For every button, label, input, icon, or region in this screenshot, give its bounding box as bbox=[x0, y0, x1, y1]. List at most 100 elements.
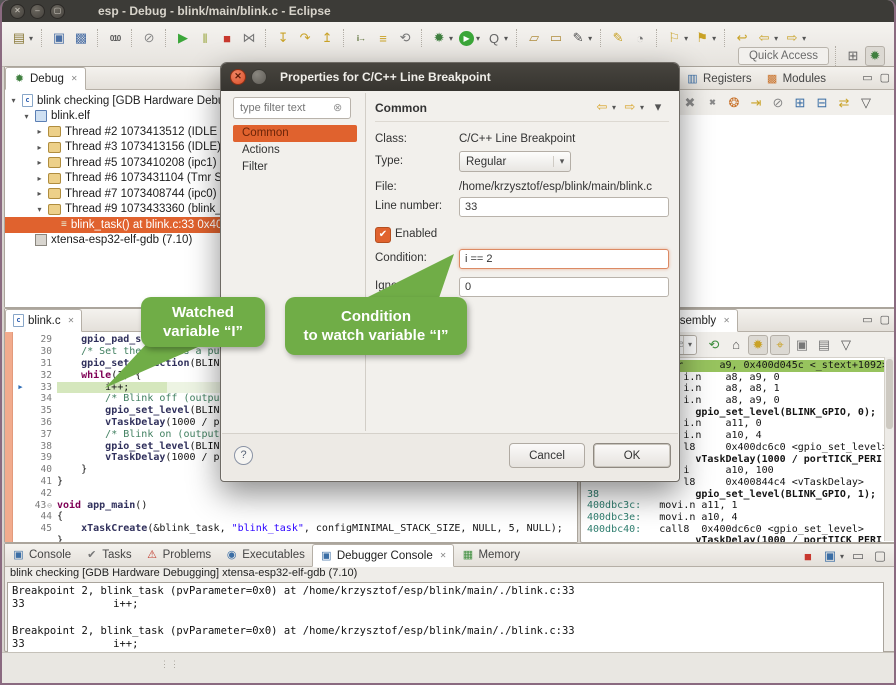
remove-selected-breakpoints-icon[interactable]: ✖ bbox=[680, 93, 700, 113]
go-to-file-for-breakpoint-icon[interactable]: ⇥ bbox=[746, 93, 766, 113]
chevron-down-icon[interactable]: ▾ bbox=[553, 156, 570, 167]
expand-arrow-icon[interactable]: ▸ bbox=[35, 189, 44, 198]
collapse-arrow-icon[interactable]: ▾ bbox=[35, 205, 44, 214]
minimize-icon[interactable]: ▭ bbox=[862, 71, 872, 84]
close-icon[interactable]: ✕ bbox=[723, 316, 730, 325]
tab-modules[interactable]: ▩Modules bbox=[759, 68, 833, 89]
collapse-arrow-icon[interactable]: ▾ bbox=[9, 96, 18, 105]
step-into-icon[interactable]: ↧ bbox=[273, 28, 293, 48]
ignore-count-field[interactable] bbox=[459, 277, 669, 297]
restart-icon[interactable]: ⟲ bbox=[395, 28, 415, 48]
condition-field[interactable] bbox=[459, 249, 669, 269]
new-wizard-icon[interactable]: ▤ bbox=[9, 28, 29, 48]
search-dropdown-icon[interactable]: ▾ bbox=[588, 34, 592, 43]
minimize-icon[interactable]: ▭ bbox=[848, 546, 868, 566]
fold-icon[interactable]: ⊖ bbox=[47, 501, 52, 510]
tab-blink-c[interactable]: c blink.c ✕ bbox=[5, 309, 82, 332]
collapse-arrow-icon[interactable]: ▾ bbox=[22, 112, 31, 121]
maximize-icon[interactable]: ▢ bbox=[870, 546, 890, 566]
display-selected-console-icon[interactable]: ▣ bbox=[820, 546, 840, 566]
close-icon[interactable]: ✕ bbox=[71, 74, 78, 83]
search-icon[interactable]: ✎ bbox=[568, 28, 588, 48]
window-close-icon[interactable]: ✕ bbox=[10, 4, 25, 19]
chevron-down-icon[interactable]: ▾ bbox=[683, 336, 696, 354]
view-menu-icon[interactable]: ▽ bbox=[856, 93, 876, 113]
remove-all-breakpoints-icon[interactable]: ✖ bbox=[702, 93, 722, 113]
maximize-icon[interactable]: ▢ bbox=[880, 313, 890, 326]
forward-dropdown-icon[interactable]: ▾ bbox=[802, 34, 806, 43]
console-output[interactable]: Breakpoint 2, blink_task (pvParameter=0x… bbox=[7, 582, 884, 656]
show-source-icon[interactable]: ✹ bbox=[748, 335, 768, 355]
tab-tasks[interactable]: ✔Tasks bbox=[78, 544, 138, 565]
back-icon[interactable]: ⇦ bbox=[754, 28, 774, 48]
save-all-icon[interactable]: ▩ bbox=[71, 28, 91, 48]
external-tools-icon[interactable]: Q bbox=[484, 28, 504, 48]
open-perspective-icon[interactable]: ⊞ bbox=[843, 46, 863, 66]
close-icon[interactable]: ✕ bbox=[68, 316, 75, 325]
terminate-console-icon[interactable]: ■ bbox=[798, 546, 818, 566]
ok-button[interactable]: OK bbox=[593, 443, 671, 468]
home-icon[interactable]: ⌂ bbox=[726, 335, 746, 355]
open-resource-icon[interactable]: ▭ bbox=[546, 28, 566, 48]
window-minimize-icon[interactable]: – bbox=[30, 4, 45, 19]
show-breakpoints-supported-icon[interactable]: ❂ bbox=[724, 93, 744, 113]
filter-clear-icon[interactable]: ⊗ bbox=[333, 101, 342, 114]
track-expression-icon[interactable]: ⌖ bbox=[770, 335, 790, 355]
suspend-icon[interactable]: ‖ bbox=[195, 28, 215, 48]
window-maximize-icon[interactable]: ▢ bbox=[50, 4, 65, 19]
expand-all-icon[interactable]: ⊞ bbox=[790, 93, 810, 113]
use-step-filters-icon[interactable]: ≡ bbox=[373, 28, 393, 48]
back-icon[interactable]: ⇦ bbox=[592, 97, 612, 117]
expand-arrow-icon[interactable]: ▸ bbox=[35, 158, 44, 167]
expand-arrow-icon[interactable]: ▸ bbox=[35, 127, 44, 136]
scrollbar[interactable] bbox=[884, 357, 894, 541]
dialog-nav-filter[interactable]: Filter bbox=[233, 159, 357, 176]
maximize-icon[interactable]: ▢ bbox=[880, 71, 890, 84]
quick-access-button[interactable]: Quick Access bbox=[738, 47, 829, 65]
help-icon[interactable]: ? bbox=[234, 446, 253, 465]
debug-perspective-icon[interactable]: ✹ bbox=[865, 46, 885, 66]
external-tools-dropdown-icon[interactable]: ▾ bbox=[504, 34, 508, 43]
dialog-nav-actions[interactable]: Actions bbox=[233, 142, 357, 159]
scrollbar-thumb[interactable] bbox=[886, 359, 893, 429]
close-icon[interactable]: ✕ bbox=[440, 551, 447, 560]
previous-annotation-dropdown-icon[interactable]: ▾ bbox=[684, 34, 688, 43]
dialog-close-icon[interactable]: ✕ bbox=[230, 69, 246, 85]
step-return-icon[interactable]: ↥ bbox=[317, 28, 337, 48]
forward-dropdown-icon[interactable]: ▾ bbox=[640, 103, 644, 112]
enabled-checkbox[interactable]: ✔ bbox=[375, 227, 391, 243]
debug-icon[interactable]: ✹ bbox=[429, 28, 449, 48]
view-menu-icon[interactable]: ▾ bbox=[648, 97, 668, 117]
debug-dropdown-icon[interactable]: ▾ bbox=[449, 34, 453, 43]
save-icon[interactable]: ▣ bbox=[49, 28, 69, 48]
back-dropdown-icon[interactable]: ▾ bbox=[774, 34, 778, 43]
cancel-button[interactable]: Cancel bbox=[509, 443, 585, 468]
tab-debugger-console[interactable]: ▣Debugger Console✕ bbox=[312, 544, 455, 567]
minimize-icon[interactable]: ▭ bbox=[862, 313, 872, 326]
type-select[interactable]: Regular ▾ bbox=[459, 151, 571, 172]
build-binary-icon[interactable]: 010 bbox=[105, 28, 125, 48]
tab-memory[interactable]: ▦Memory bbox=[454, 544, 527, 565]
resume-icon[interactable]: ▶ bbox=[173, 28, 193, 48]
last-edit-location-icon[interactable]: ↩ bbox=[732, 28, 752, 48]
refresh-view-icon[interactable]: ⟲ bbox=[704, 335, 724, 355]
next-annotation-icon[interactable]: ⚑ bbox=[692, 28, 712, 48]
next-annotation-dropdown-icon[interactable]: ▾ bbox=[712, 34, 716, 43]
open-new-view-icon[interactable]: ▣ bbox=[792, 335, 812, 355]
run-dropdown-icon[interactable]: ▾ bbox=[476, 34, 480, 43]
tab-debug[interactable]: ✹ Debug ✕ bbox=[5, 67, 86, 90]
previous-annotation-icon[interactable]: ⚐ bbox=[664, 28, 684, 48]
link-with-debug-view-icon[interactable]: ⇄ bbox=[834, 93, 854, 113]
skip-all-breakpoints-icon[interactable]: ⊘ bbox=[139, 28, 159, 48]
expand-arrow-icon[interactable]: ▸ bbox=[35, 174, 44, 183]
step-over-icon[interactable]: ↷ bbox=[295, 28, 315, 48]
tab-registers[interactable]: ▥Registers bbox=[679, 68, 759, 89]
line-number-field[interactable] bbox=[459, 197, 669, 217]
open-type-icon[interactable]: ▱ bbox=[524, 28, 544, 48]
tab-executables[interactable]: ◉Executables bbox=[218, 544, 312, 565]
disconnect-icon[interactable]: ⋈ bbox=[239, 28, 259, 48]
expand-arrow-icon[interactable]: ▸ bbox=[35, 143, 44, 152]
skip-all-breakpoints-icon[interactable]: ⊘ bbox=[768, 93, 788, 113]
terminate-icon[interactable]: ■ bbox=[217, 28, 237, 48]
forward-icon[interactable]: ⇨ bbox=[782, 28, 802, 48]
